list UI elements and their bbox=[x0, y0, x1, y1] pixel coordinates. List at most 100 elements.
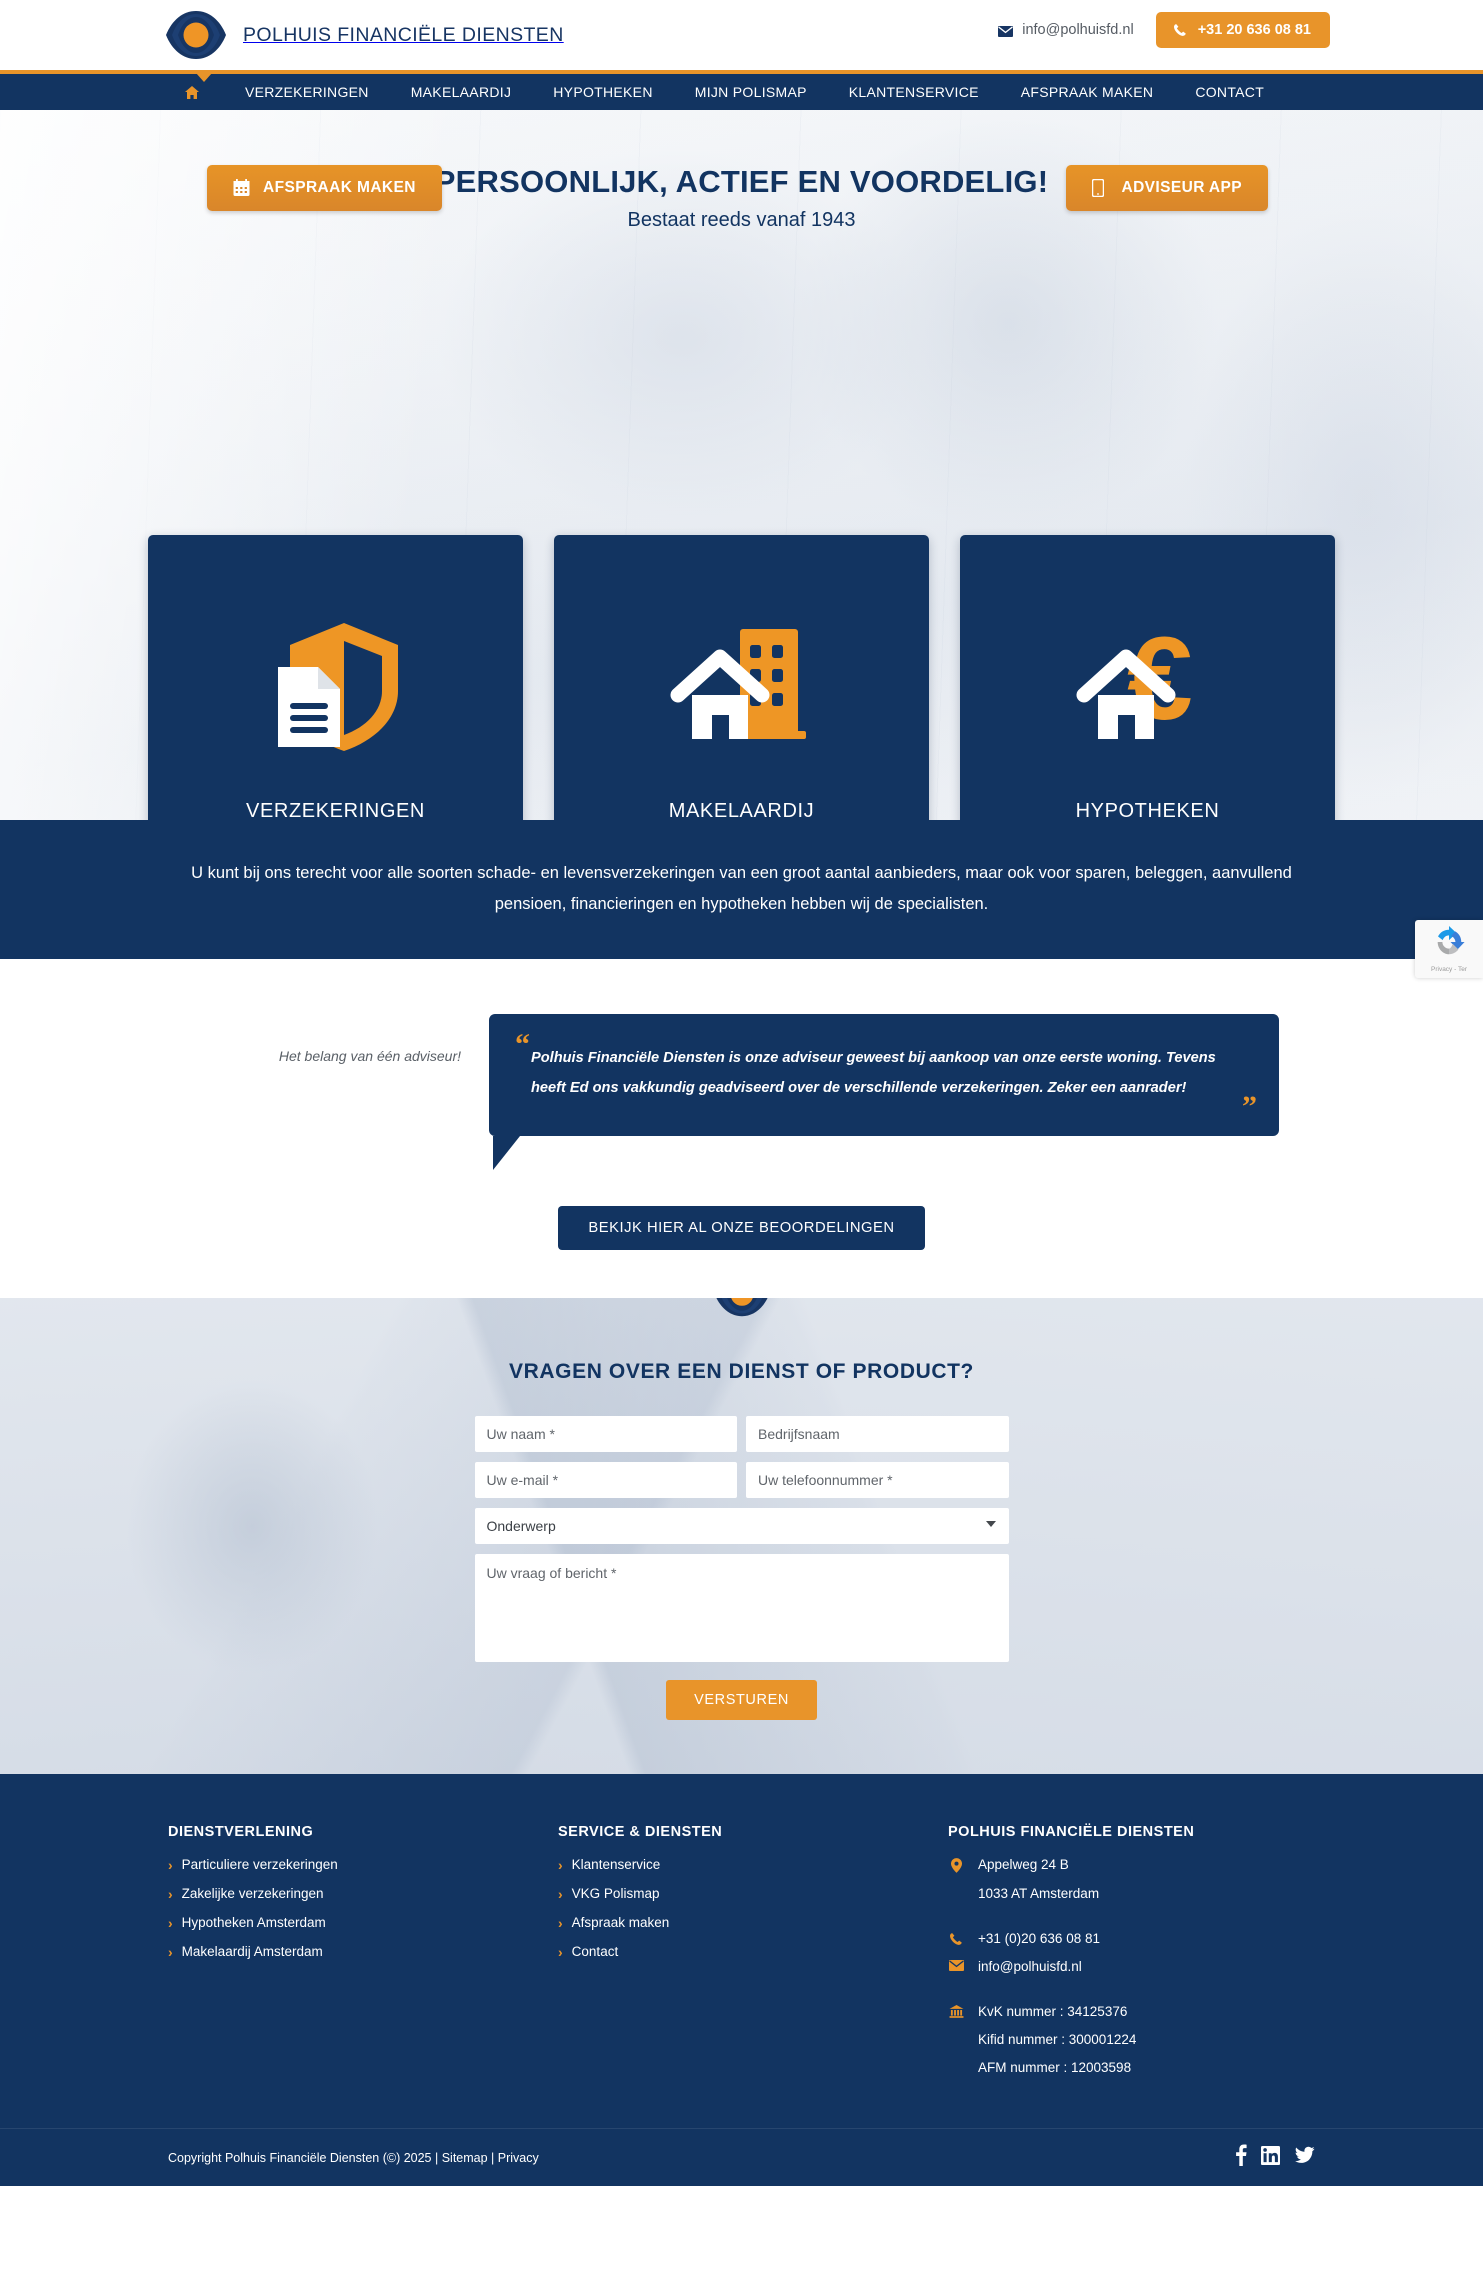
nav-item-makelaardij[interactable]: MAKELAARDIJ bbox=[390, 84, 533, 100]
header-email-link[interactable]: info@polhuisfd.nl bbox=[998, 22, 1134, 38]
email-input[interactable] bbox=[474, 1462, 737, 1499]
chevron-right-icon: › bbox=[168, 1914, 173, 1931]
footer-address-line2: 1033 AT Amsterdam bbox=[978, 1886, 1100, 1902]
brand-logo-link[interactable]: POLHUIS FINANCIËLE DIENSTEN bbox=[163, 9, 564, 61]
recaptcha-badge[interactable]: Privacy - Ter bbox=[1415, 920, 1483, 978]
footer-link-zakelijke-verzekeringen[interactable]: › Zakelijke verzekeringen bbox=[168, 1886, 558, 1901]
envelope-icon bbox=[998, 25, 1014, 37]
footer-link-label: Klantenservice bbox=[571, 1857, 661, 1873]
house-building-icon bbox=[662, 597, 822, 782]
form-title: VRAGEN OVER EEN DIENST OF PRODUCT? bbox=[509, 1360, 974, 1384]
nav-item-contact[interactable]: CONTACT bbox=[1174, 84, 1285, 100]
view-reviews-button[interactable]: BEKIJK HIER AL ONZE BEOORDELINGEN bbox=[558, 1206, 925, 1251]
location-pin-icon bbox=[948, 1857, 964, 1873]
footer-link-hypotheken-amsterdam[interactable]: › Hypotheken Amsterdam bbox=[168, 1915, 558, 1930]
hero-subtitle: Bestaat reeds vanaf 1943 bbox=[627, 209, 856, 232]
nav-item-klantenservice[interactable]: KLANTENSERVICE bbox=[828, 84, 1000, 100]
subject-select[interactable]: Onderwerp bbox=[474, 1508, 1009, 1545]
footer-kifid-text: Kifid nummer : 300001224 bbox=[978, 2032, 1137, 2048]
nav-item-verzekeringen[interactable]: VERZEKERINGEN bbox=[224, 84, 390, 100]
footer-link-label: Hypotheken Amsterdam bbox=[181, 1915, 326, 1931]
footer-link-klantenservice[interactable]: › Klantenservice bbox=[558, 1857, 948, 1872]
bank-icon bbox=[948, 2004, 964, 2018]
footer-spacer bbox=[948, 1914, 1368, 1931]
footer-link-label: Zakelijke verzekeringen bbox=[181, 1886, 324, 1902]
footer-link-vkg-polismap[interactable]: › VKG Polismap bbox=[558, 1886, 948, 1901]
polhuis-eye-logo-icon bbox=[163, 9, 229, 61]
service-card-verzekeringen[interactable]: VERZEKERINGEN bbox=[148, 535, 523, 820]
header-phone-text: +31 20 636 08 81 bbox=[1197, 22, 1311, 38]
envelope-icon bbox=[948, 1959, 964, 1972]
section-badge-logo bbox=[0, 1298, 1483, 1323]
footer-heading: POLHUIS FINANCIËLE DIENSTEN bbox=[948, 1824, 1195, 1841]
phone-input[interactable] bbox=[746, 1462, 1009, 1499]
testimonial-row: Het belang van één adviseur! “ Polhuis F… bbox=[0, 1014, 1483, 1171]
calendar-icon bbox=[233, 179, 250, 197]
footer-email[interactable]: info@polhuisfd.nl bbox=[948, 1959, 1368, 1974]
twitter-link[interactable] bbox=[1294, 2146, 1315, 2170]
form-row-message bbox=[474, 1554, 1009, 1663]
footer-kvk-text: KvK nummer : 34125376 bbox=[978, 2004, 1128, 2020]
footer-link-label: Particuliere verzekeringen bbox=[181, 1857, 338, 1873]
header-phone-button[interactable]: +31 20 636 08 81 bbox=[1155, 12, 1330, 48]
facebook-link[interactable] bbox=[1235, 2144, 1247, 2171]
footer-kvk: KvK nummer : 34125376 bbox=[948, 2004, 1368, 2019]
footer-column-company: POLHUIS FINANCIËLE DIENSTEN Appelweg 24 … bbox=[948, 1824, 1368, 2088]
chevron-right-icon: › bbox=[168, 1856, 173, 1873]
service-card-label: VERZEKERINGEN bbox=[246, 800, 425, 820]
polhuis-eye-logo-icon bbox=[712, 1298, 772, 1323]
testimonial-quote: Polhuis Financiële Diensten is onze advi… bbox=[531, 1050, 1216, 1096]
service-card-hypotheken[interactable]: € HYPOTHEKEN bbox=[960, 535, 1335, 820]
hero-appointment-button[interactable]: AFSPRAAK MAKEN bbox=[207, 165, 442, 211]
brand-name: POLHUIS FINANCIËLE DIENSTEN bbox=[243, 23, 564, 46]
service-card-makelaardij[interactable]: MAKELAARDIJ bbox=[554, 535, 929, 820]
hero-appointment-label: AFSPRAAK MAKEN bbox=[263, 179, 416, 196]
linkedin-link[interactable] bbox=[1261, 2145, 1280, 2170]
form-row-name bbox=[474, 1416, 1009, 1453]
message-textarea[interactable] bbox=[474, 1554, 1009, 1663]
footer-afm-text: AFM nummer : 12003598 bbox=[978, 2060, 1132, 2076]
chevron-right-icon: › bbox=[168, 1943, 173, 1960]
footer-phone-text: +31 (0)20 636 08 81 bbox=[978, 1931, 1100, 1947]
reviews-button-wrap: BEKIJK HIER AL ONZE BEOORDELINGEN bbox=[0, 1206, 1483, 1298]
nav-active-caret bbox=[196, 73, 212, 82]
name-input[interactable] bbox=[474, 1416, 737, 1453]
testimonial-side-note: Het belang van één adviseur! bbox=[278, 1048, 461, 1065]
chevron-right-icon: › bbox=[558, 1856, 563, 1873]
nav-item-mijn-polismap[interactable]: MIJN POLISMAP bbox=[674, 84, 828, 100]
hero-adviseur-app-label: ADVISEUR APP bbox=[1121, 179, 1242, 196]
hero-adviseur-app-button[interactable]: ADVISEUR APP bbox=[1065, 165, 1268, 211]
footer-link-particuliere-verzekeringen[interactable]: › Particuliere verzekeringen bbox=[168, 1857, 558, 1872]
footer-link-makelaardij-amsterdam[interactable]: › Makelaardij Amsterdam bbox=[168, 1944, 558, 1959]
footer-link-label: Makelaardij Amsterdam bbox=[181, 1944, 323, 1960]
linkedin-icon bbox=[1261, 2145, 1280, 2169]
testimonial-section: Het belang van één adviseur! “ Polhuis F… bbox=[0, 959, 1483, 1299]
footer-spacer bbox=[948, 1987, 1368, 2004]
footer-link-afspraak-maken[interactable]: › Afspraak maken bbox=[558, 1915, 948, 1930]
company-input[interactable] bbox=[746, 1416, 1009, 1453]
home-icon bbox=[184, 85, 200, 100]
nav-item-hypotheken[interactable]: HYPOTHEKEN bbox=[532, 84, 673, 100]
footer-address: Appelweg 24 B bbox=[948, 1857, 1368, 1873]
contact-form: Onderwerp VERSTUREN bbox=[474, 1416, 1009, 1721]
bottom-bar: Copyright Polhuis Financiële Diensten (©… bbox=[0, 2128, 1483, 2187]
phone-icon bbox=[1173, 23, 1187, 37]
nav-item-home[interactable] bbox=[178, 85, 224, 100]
top-bar: POLHUIS FINANCIËLE DIENSTEN info@polhuis… bbox=[0, 0, 1483, 70]
recaptcha-text: Privacy - Ter bbox=[1431, 966, 1467, 973]
footer-link-contact[interactable]: › Contact bbox=[558, 1944, 948, 1959]
shield-document-icon bbox=[256, 597, 416, 782]
chevron-right-icon: › bbox=[168, 1885, 173, 1902]
social-links bbox=[1235, 2144, 1315, 2171]
chevron-right-icon: › bbox=[558, 1914, 563, 1931]
submit-button[interactable]: VERSTUREN bbox=[666, 1680, 817, 1721]
footer-link-label: Afspraak maken bbox=[571, 1915, 670, 1931]
hero-top-row: PERSOONLIJK, ACTIEF EN VOORDELIG! Bestaa… bbox=[0, 164, 1483, 232]
recaptcha-icon bbox=[1432, 925, 1466, 964]
chevron-right-icon: › bbox=[558, 1943, 563, 1960]
footer-heading: DIENSTVERLENING bbox=[168, 1824, 314, 1841]
footer-phone[interactable]: +31 (0)20 636 08 81 bbox=[948, 1931, 1368, 1946]
hero-section: PERSOONLIJK, ACTIEF EN VOORDELIG! Bestaa… bbox=[0, 110, 1483, 820]
facebook-icon bbox=[1235, 2144, 1247, 2170]
nav-item-afspraak-maken[interactable]: AFSPRAAK MAKEN bbox=[1000, 84, 1175, 100]
